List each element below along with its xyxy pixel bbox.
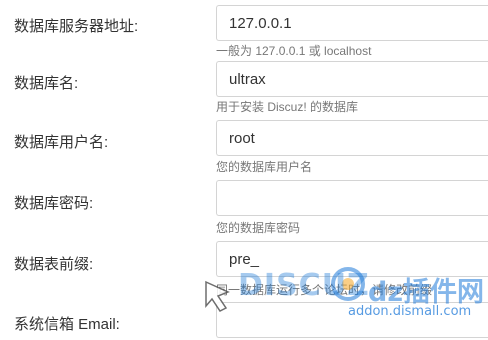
table-prefix-label: 数据表前缀: — [14, 256, 94, 273]
db-host-input[interactable] — [216, 5, 488, 41]
db-name-hint: 用于安装 Discuz! 的数据库 — [216, 100, 359, 114]
db-user-label: 数据库用户名: — [14, 134, 109, 151]
admin-email-label: 系统信箱 Email: — [14, 316, 120, 333]
db-host-hint: 一般为 127.0.0.1 或 localhost — [216, 44, 372, 58]
db-host-label: 数据库服务器地址: — [14, 18, 139, 35]
admin-email-input[interactable] — [216, 302, 488, 338]
db-user-input[interactable] — [216, 120, 488, 156]
db-password-hint: 您的数据库密码 — [216, 221, 301, 235]
db-password-label: 数据库密码: — [14, 195, 94, 212]
db-password-input[interactable] — [216, 180, 488, 216]
db-name-input[interactable] — [216, 61, 488, 97]
table-prefix-input[interactable] — [216, 241, 488, 277]
table-prefix-hint: 同一数据库运行多个论坛时，请修改前缀 — [216, 283, 433, 297]
db-user-hint: 您的数据库用户名 — [216, 160, 313, 174]
db-name-label: 数据库名: — [14, 75, 79, 92]
